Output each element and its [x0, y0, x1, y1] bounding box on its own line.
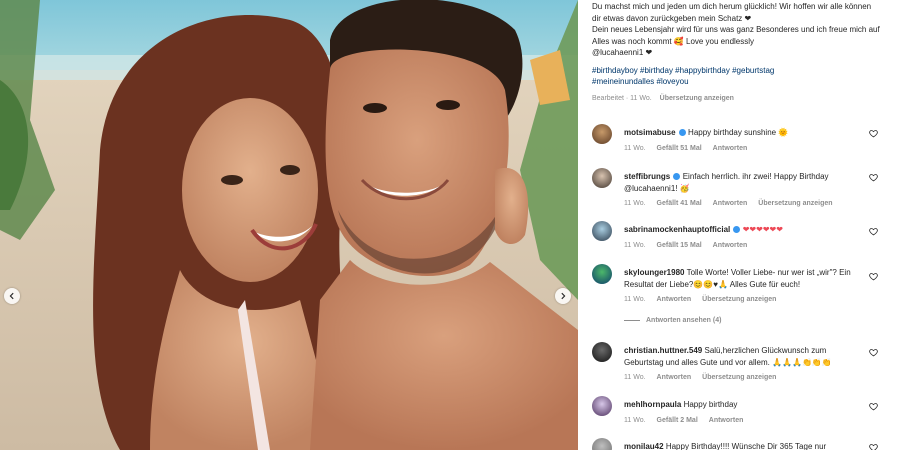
reply-button[interactable]: Antworten	[709, 417, 744, 424]
verified-badge-icon	[678, 129, 686, 136]
comment-time[interactable]: 11 Wo.	[624, 242, 646, 249]
comment-time[interactable]: 11 Wo.	[624, 145, 646, 152]
comment-username[interactable]: sabrinamockenhauptofficial	[624, 225, 730, 234]
comment-username[interactable]: motsimabuse	[624, 128, 676, 137]
comment-item: monilau42 Happy Birthday!!!! Wünsche Dir…	[592, 438, 892, 450]
post-photo	[0, 0, 578, 450]
carousel-next-button[interactable]	[555, 288, 571, 304]
caption-hashtags[interactable]: #birthdayboy #birthday #happybirthday #g…	[592, 65, 882, 88]
reply-button[interactable]: Antworten	[657, 374, 692, 381]
view-replies-button[interactable]: Antworten ansehen (4)	[624, 317, 721, 324]
comment-time[interactable]: 11 Wo.	[624, 417, 646, 424]
heart-icon[interactable]	[869, 272, 878, 281]
avatar[interactable]	[592, 168, 612, 188]
reply-button[interactable]: Antworten	[657, 296, 692, 303]
heart-icon[interactable]	[869, 227, 878, 236]
comment-item: skylounger1980 Tolle Worte! Voller Liebe…	[592, 264, 892, 303]
comment-time[interactable]: 11 Wo.	[624, 200, 646, 207]
reply-button[interactable]: Antworten	[713, 145, 748, 152]
replies-divider	[624, 320, 640, 321]
comment-text: Happy Birthday!!!! Wünsche Dir 365 Tage …	[665, 442, 827, 450]
avatar[interactable]	[592, 221, 612, 241]
chevron-right-icon	[561, 292, 566, 300]
comment-likes[interactable]: Gefällt 41 Mal	[657, 200, 702, 207]
comment-likes[interactable]: Gefällt 15 Mal	[657, 242, 702, 249]
heart-icon[interactable]	[869, 129, 878, 138]
comment-item: sabrinamockenhauptofficial ❤❤❤❤❤❤ 11 Wo.…	[592, 221, 892, 249]
comment-time[interactable]: 11 Wo.	[624, 296, 646, 303]
edited-label: Bearbeitet · 11 Wo.	[592, 94, 652, 102]
avatar[interactable]	[592, 438, 612, 450]
comment-username[interactable]: skylounger1980	[624, 268, 684, 277]
verified-badge-icon	[673, 173, 681, 180]
comment-text: ❤❤❤❤❤❤	[742, 225, 783, 234]
caption-translate-link[interactable]: Übersetzung anzeigen	[660, 95, 734, 102]
avatar[interactable]	[592, 396, 612, 416]
chevron-left-icon	[9, 292, 14, 300]
verified-badge-icon	[733, 226, 741, 233]
comment-likes[interactable]: Gefällt 51 Mal	[657, 145, 702, 152]
heart-icon[interactable]	[869, 443, 878, 450]
heart-icon[interactable]	[869, 402, 878, 411]
avatar[interactable]	[592, 342, 612, 362]
heart-icon[interactable]	[869, 348, 878, 357]
comment-item: mehlhornpaula Happy birthday 11 Wo. Gefä…	[592, 396, 892, 424]
comment-item: christian.huttner.549 Salü,herzlichen Gl…	[592, 342, 892, 381]
comment-username[interactable]: steffibrungs	[624, 172, 670, 181]
translate-link[interactable]: Übersetzung anzeigen	[702, 374, 776, 381]
hashtags-line-2[interactable]: #meineinundalles #loveyou	[592, 77, 689, 86]
view-replies-label: Antworten ansehen (4)	[646, 317, 722, 324]
comments-panel: Du machst mich und jeden um dich herum g…	[578, 0, 900, 450]
post-caption: Du machst mich und jeden um dich herum g…	[592, 0, 882, 102]
caption-mention[interactable]: @lucahaenni1 ❤	[592, 47, 882, 59]
avatar[interactable]	[592, 264, 612, 284]
comment-username[interactable]: monilau42	[624, 442, 664, 450]
reply-button[interactable]: Antworten	[713, 242, 748, 249]
comment-text: Happy birthday	[683, 400, 738, 409]
comment-item: steffibrungs Einfach herrlich. ihr zwei!…	[592, 168, 892, 207]
avatar[interactable]	[592, 124, 612, 144]
caption-text-1: Du machst mich und jeden um dich herum g…	[592, 2, 872, 23]
comment-item: motsimabuse Happy birthday sunshine 🌞 11…	[592, 124, 892, 152]
comment-username[interactable]: mehlhornpaula	[624, 400, 681, 409]
comment-text: Happy birthday sunshine 🌞	[688, 128, 789, 137]
carousel-prev-button[interactable]	[4, 288, 20, 304]
comment-username[interactable]: christian.huttner.549	[624, 346, 702, 355]
translate-link[interactable]: Übersetzung anzeigen	[758, 200, 832, 207]
hashtags-line-1[interactable]: #birthdayboy #birthday #happybirthday #g…	[592, 66, 774, 75]
caption-text-2: Dein neues Lebensjahr wird für uns was g…	[592, 25, 880, 46]
caption-meta: Bearbeitet · 11 Wo. Übersetzung anzeigen	[592, 95, 882, 102]
post-image	[0, 0, 578, 450]
reply-button[interactable]: Antworten	[713, 200, 748, 207]
translate-link[interactable]: Übersetzung anzeigen	[702, 296, 776, 303]
comment-time[interactable]: 11 Wo.	[624, 374, 646, 381]
comment-likes[interactable]: Gefällt 2 Mal	[657, 417, 698, 424]
heart-icon[interactable]	[869, 173, 878, 182]
